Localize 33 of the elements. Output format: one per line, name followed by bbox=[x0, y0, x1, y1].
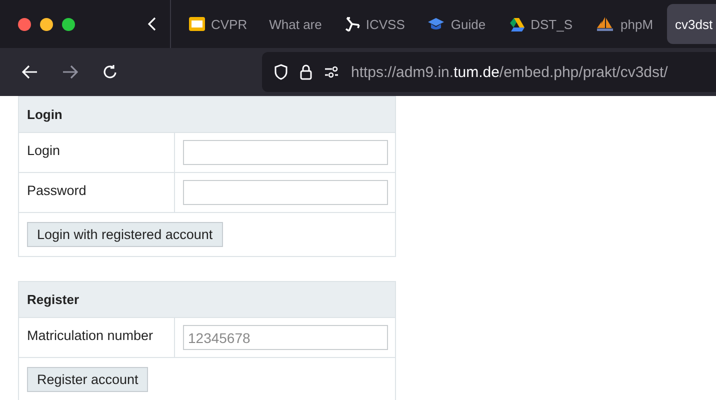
maximize-window-button[interactable] bbox=[62, 18, 75, 30]
shield-icon[interactable] bbox=[274, 64, 288, 80]
browser-tab[interactable]: phpM bbox=[586, 4, 662, 44]
panel-title: Login bbox=[19, 97, 395, 133]
sailboat-icon bbox=[594, 16, 614, 32]
submit-button[interactable]: Login with registered account bbox=[27, 222, 223, 247]
browser-tab[interactable]: What are bbox=[261, 4, 330, 44]
slides-icon bbox=[189, 16, 205, 32]
field-label: Login bbox=[19, 133, 175, 172]
lock-icon[interactable] bbox=[300, 64, 312, 80]
triskelion-icon bbox=[344, 16, 360, 32]
triangle-drive-icon bbox=[508, 16, 525, 32]
submit-button[interactable]: Register account bbox=[27, 367, 148, 392]
browser-tab[interactable]: ICVSS bbox=[336, 4, 413, 44]
graduation-cap-icon bbox=[426, 17, 445, 31]
field-label: Matriculation number bbox=[19, 318, 175, 357]
browser-tab[interactable]: DST_S bbox=[500, 4, 580, 44]
tab-list-back-icon[interactable] bbox=[148, 17, 156, 31]
browser-tab[interactable]: cv3dst bbox=[667, 4, 716, 44]
address-bar[interactable]: https://adm9.in.tum.de/embed.php/prakt/cv3dst/ bbox=[262, 52, 716, 92]
back-icon[interactable] bbox=[22, 65, 38, 79]
reload-icon[interactable] bbox=[102, 64, 118, 80]
input-field[interactable]: 12345678 bbox=[183, 325, 388, 350]
panel-title: Register bbox=[19, 282, 395, 318]
url-text: https://adm9.in.tum.de/embed.php/prakt/cv3dst/ bbox=[351, 64, 668, 80]
input-field[interactable] bbox=[183, 140, 388, 165]
browser-tab[interactable]: Guide bbox=[418, 4, 494, 44]
close-window-button[interactable] bbox=[18, 18, 31, 30]
input-field[interactable] bbox=[183, 180, 388, 205]
browser-tab[interactable]: CVPR bbox=[181, 4, 256, 44]
sliders-icon[interactable] bbox=[324, 66, 339, 78]
field-label: Password bbox=[19, 173, 175, 212]
minimize-window-button[interactable] bbox=[40, 18, 53, 30]
